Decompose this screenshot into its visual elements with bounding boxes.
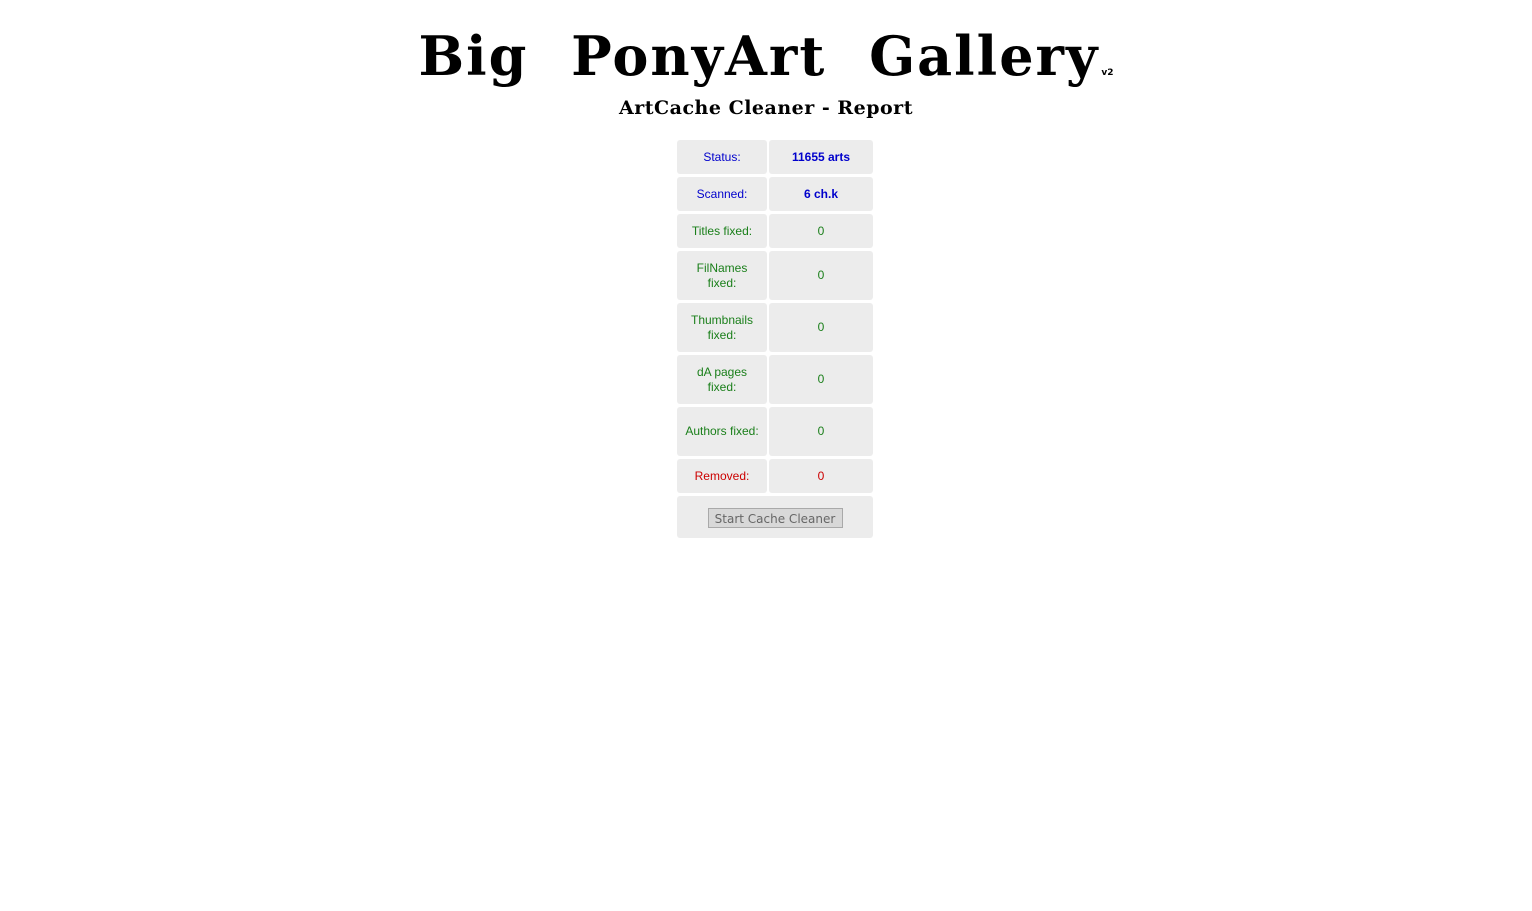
start-cache-cleaner-button[interactable]: Start Cache Cleaner	[707, 507, 843, 528]
thumbnails-fixed-label: Thumbnails fixed:	[677, 303, 767, 352]
status-label: Status:	[677, 140, 767, 174]
scanned-value: 6 ch.k	[769, 177, 873, 211]
report-row-titles-fixed: Titles fixed: 0	[677, 214, 873, 248]
filnames-fixed-label: FilNames fixed:	[677, 251, 767, 300]
titles-fixed-label: Titles fixed:	[677, 214, 767, 248]
filnames-fixed-value: 0	[769, 251, 873, 300]
report-row-da-pages-fixed: dA pages fixed: 0	[677, 355, 873, 404]
page-subtitle: ArtCache Cleaner - Report	[619, 97, 913, 119]
report-row-authors-fixed: Authors fixed: 0	[677, 407, 873, 456]
page-title: Big PonyArt Gallery	[418, 24, 1100, 88]
report-row-removed: Removed: 0	[677, 459, 873, 493]
authors-fixed-value: 0	[769, 407, 873, 456]
page-header: Big PonyArt Gallery v2	[0, 18, 1532, 94]
thumbnails-fixed-value: 0	[769, 303, 873, 352]
titles-fixed-value: 0	[769, 214, 873, 248]
removed-label: Removed:	[677, 459, 767, 493]
report-row-scanned: Scanned: 6 ch.k	[677, 177, 873, 211]
button-row: Start Cache Cleaner	[677, 496, 873, 538]
removed-value: 0	[769, 459, 873, 493]
report-table: Status: 11655 arts Scanned: 6 ch.k Title…	[677, 140, 873, 538]
version-badge: v2	[1101, 68, 1114, 78]
status-value: 11655 arts	[769, 140, 873, 174]
da-pages-fixed-value: 0	[769, 355, 873, 404]
authors-fixed-label: Authors fixed:	[677, 407, 767, 456]
report-row-filnames-fixed: FilNames fixed: 0	[677, 251, 873, 300]
report-row-thumbnails-fixed: Thumbnails fixed: 0	[677, 303, 873, 352]
scanned-label: Scanned:	[677, 177, 767, 211]
da-pages-fixed-label: dA pages fixed:	[677, 355, 767, 404]
report-row-status: Status: 11655 arts	[677, 140, 873, 174]
